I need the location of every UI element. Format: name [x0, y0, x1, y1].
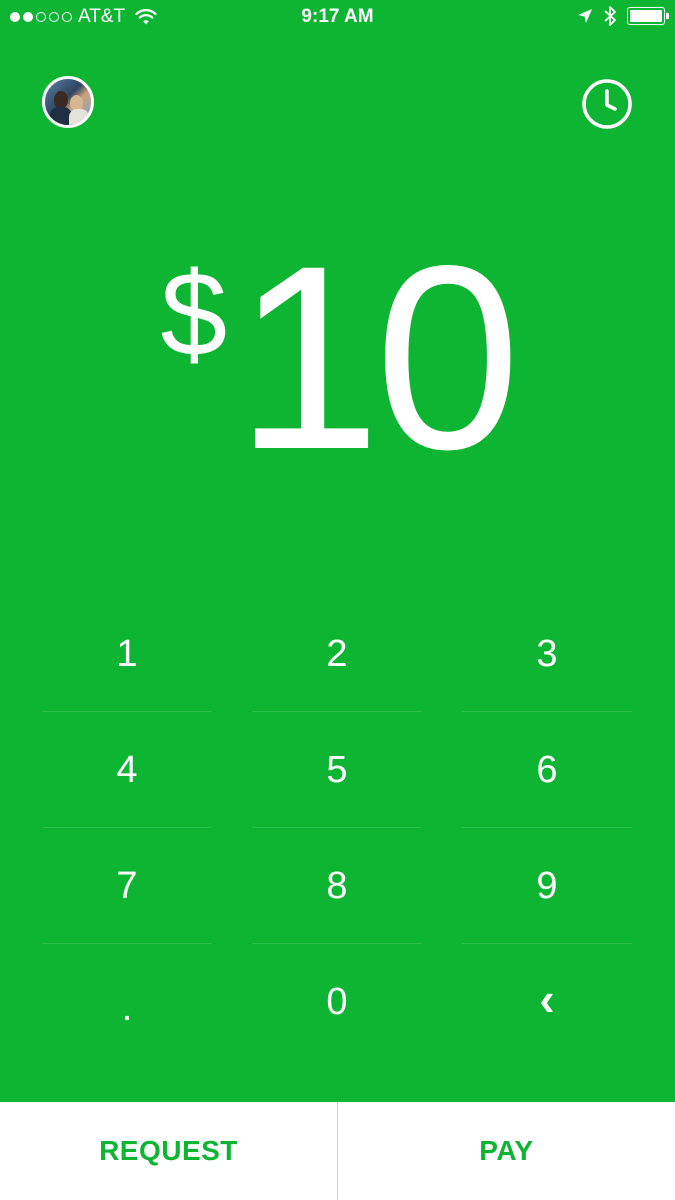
key-label: 8	[326, 864, 348, 907]
key-label: 5	[326, 748, 348, 791]
cash-app-screen: AT&T 9:17 AM $ 10 1 2 3 4 5 6 7 8 9 . 0 …	[0, 0, 675, 1200]
chevron-left-icon: ‹	[539, 973, 555, 1025]
key-1[interactable]: 1	[42, 596, 212, 712]
key-6[interactable]: 6	[462, 712, 632, 828]
status-bar: AT&T 9:17 AM	[0, 0, 675, 36]
key-5[interactable]: 5	[252, 712, 422, 828]
key-7[interactable]: 7	[42, 828, 212, 944]
currency-symbol: $	[160, 247, 228, 381]
key-label: 7	[116, 864, 138, 907]
clock-time: 9:17 AM	[301, 6, 374, 27]
key-3[interactable]: 3	[462, 596, 632, 712]
clock-icon[interactable]	[581, 78, 633, 130]
action-bar: REQUEST PAY	[0, 1102, 675, 1200]
key-label: 4	[116, 748, 138, 791]
key-label: 1	[116, 632, 138, 675]
pay-button[interactable]: PAY	[338, 1102, 675, 1200]
battery-icon	[627, 7, 669, 25]
location-arrow-icon	[578, 9, 592, 23]
avatar-photo-part	[69, 109, 89, 125]
key-decimal[interactable]: .	[42, 944, 212, 1060]
number-keypad: 1 2 3 4 5 6 7 8 9 . 0 ‹	[0, 596, 675, 1062]
backspace-key[interactable]: ‹	[462, 944, 632, 1060]
amount-value: 10	[235, 211, 520, 504]
key-label: 6	[536, 748, 558, 791]
status-right	[577, 5, 669, 27]
key-label: 2	[326, 632, 348, 675]
key-9[interactable]: 9	[462, 828, 632, 944]
key-label: 3	[536, 632, 558, 675]
request-button[interactable]: REQUEST	[0, 1102, 337, 1200]
key-label: 9	[536, 864, 558, 907]
key-4[interactable]: 4	[42, 712, 212, 828]
key-0[interactable]: 0	[252, 944, 422, 1060]
bluetooth-icon	[604, 6, 616, 26]
battery-fill	[630, 10, 662, 22]
key-2[interactable]: 2	[252, 596, 422, 712]
key-label: 0	[326, 980, 348, 1023]
key-8[interactable]: 8	[252, 828, 422, 944]
key-label: .	[121, 986, 133, 1029]
profile-avatar[interactable]	[42, 76, 94, 128]
amount-display: $ 10	[0, 211, 675, 504]
